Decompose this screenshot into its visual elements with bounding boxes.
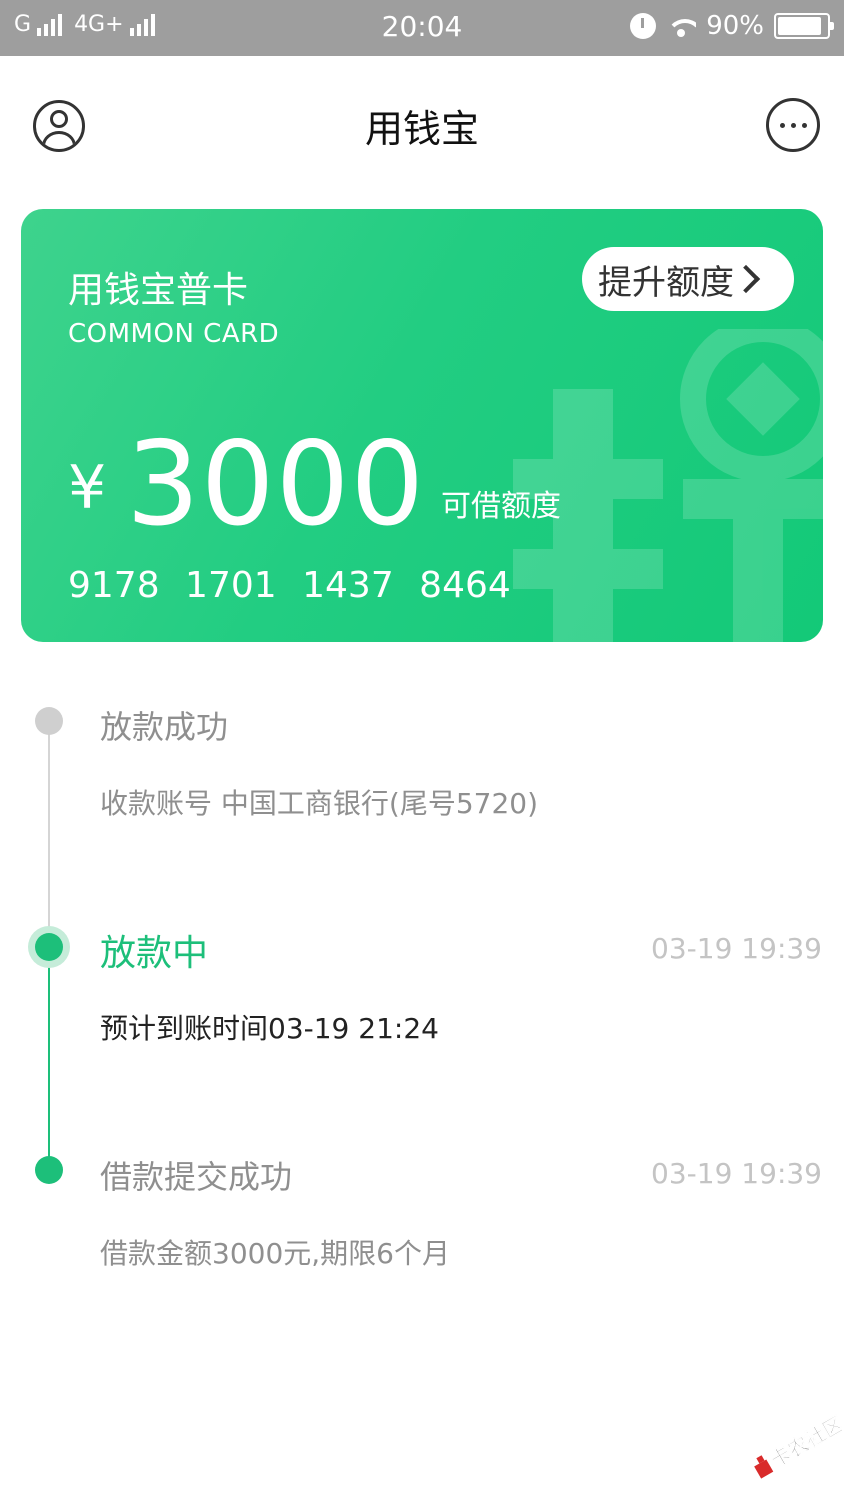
credit-card: 用钱宝普卡 COMMON CARD 提升额度 ¥ 3000 可借额度 9178 … (21, 209, 823, 642)
status-icons: 90% (630, 11, 834, 41)
wifi-icon (666, 15, 697, 37)
battery-icon (774, 13, 834, 39)
battery-percent: 90% (706, 11, 764, 41)
status-bar: G 4G+ 20:04 90% (0, 0, 844, 56)
credit-amount-label: 可借额度 (441, 489, 561, 524)
raise-limit-label: 提升额度 (598, 262, 734, 303)
timeline-connector-active (48, 946, 50, 1170)
card-number: 9178 1701 1437 8464 (68, 565, 511, 606)
timeline-dot-pending (35, 707, 63, 735)
timeline-item-time: 03-19 19:39 (651, 1157, 822, 1190)
card-subtitle: COMMON CARD (68, 319, 280, 349)
chevron-right-icon (731, 264, 761, 294)
timeline-dot-current (35, 933, 63, 961)
timeline-item-desc: 收款账号 中国工商银行(尾号5720) (100, 787, 539, 820)
alarm-icon (630, 13, 657, 39)
timeline-item-desc: 借款金额3000元,期限6个月 (100, 1237, 450, 1270)
currency-symbol: ¥ (68, 453, 107, 523)
timeline-connector (48, 720, 50, 946)
nav-bar: 用钱宝 (0, 56, 844, 196)
timeline-item-desc: 预计到账时间03-19 21:24 (100, 1012, 439, 1045)
timeline-item-title: 借款提交成功 (100, 1158, 293, 1196)
card-title: 用钱宝普卡 (68, 270, 249, 311)
more-dots-icon (779, 122, 785, 128)
timeline-item-time: 03-19 19:39 (651, 932, 822, 965)
more-button[interactable] (766, 98, 820, 152)
svg-text:卡农社区: 卡农社区 (766, 1411, 842, 1472)
timeline-item-title: 放款成功 (100, 708, 229, 746)
timeline-item-title: 放款中 (100, 933, 209, 974)
raise-limit-button[interactable]: 提升额度 (582, 247, 794, 311)
forum-logo-watermark: 卡农社区 (754, 1411, 842, 1479)
page-title: 用钱宝 (364, 107, 479, 151)
credit-amount: 3000 (126, 417, 426, 552)
timeline-dot-done (35, 1156, 63, 1184)
